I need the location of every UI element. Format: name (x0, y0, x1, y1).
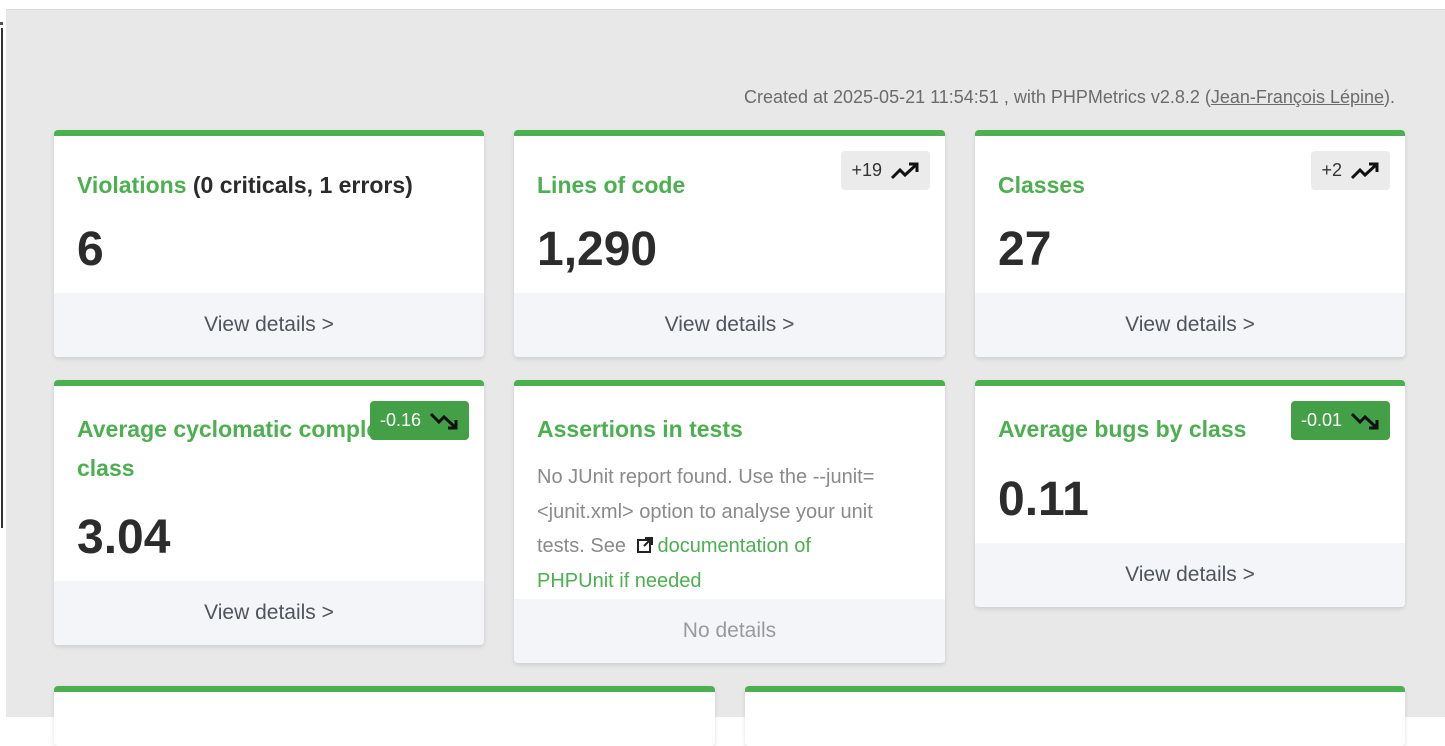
violations-title-text: Violations (77, 172, 187, 198)
loc-trend-badge: +19 (841, 151, 930, 190)
complexity-title-line1: Average cyclomatic comple (77, 416, 380, 442)
classes-view-details[interactable]: View details > (975, 293, 1405, 357)
loc-title: Lines of code (537, 172, 686, 198)
trending-down-icon (429, 412, 458, 429)
assertions-card: Assertions in tests No JUnit report foun… (514, 380, 945, 663)
left-border (0, 28, 3, 528)
loc-value: 1,290 (537, 223, 658, 276)
left-marker (0, 22, 3, 25)
violations-title: Violations (0 criticals, 1 errors) (77, 166, 413, 205)
bugs-trend-value: -0.01 (1300, 410, 1342, 430)
complexity-value: 3.04 (77, 511, 171, 564)
classes-card: Classes +2 27 View details > (975, 130, 1405, 357)
complexity-trend-badge: -0.16 (369, 401, 469, 440)
violations-value: 6 (77, 223, 104, 276)
classes-trend-badge: +2 (1311, 151, 1390, 190)
violations-view-details[interactable]: View details > (54, 293, 484, 357)
violations-card: Violations (0 criticals, 1 errors) 6 Vie… (54, 130, 484, 357)
loc-trend-value: +19 (851, 160, 882, 180)
assertions-desc-line3: tests. See (537, 535, 626, 557)
loc-view-details[interactable]: View details > (514, 293, 945, 357)
assertions-desc-line2: <junit.xml> option to analyse your unit (537, 500, 873, 523)
bugs-value: 0.11 (998, 473, 1089, 526)
created-info: Created at 2025-05-21 11:54:51 , with PH… (744, 87, 1395, 108)
bottom-left-card (54, 686, 715, 746)
bugs-card: Average bugs by class -0.01 0.11 View de… (975, 380, 1405, 607)
bugs-title: Average bugs by class (998, 416, 1247, 442)
violations-summary: (0 criticals, 1 errors) (186, 172, 413, 198)
complexity-trend-value: -0.16 (379, 410, 421, 430)
assertions-desc-line1: No JUnit report found. Use the --junit= (537, 466, 875, 488)
complexity-title: Average cyclomatic comple class (77, 410, 379, 488)
bugs-trend-badge: -0.01 (1290, 401, 1390, 440)
author-link[interactable]: Jean-François Lépine (1211, 87, 1384, 107)
trending-up-icon (1350, 162, 1379, 179)
classes-trend-value: +2 (1321, 160, 1342, 180)
complexity-card: Average cyclomatic comple class -0.16 3.… (54, 380, 484, 645)
external-link-icon (636, 537, 653, 553)
loc-card: Lines of code +19 1,290 View details > (514, 130, 945, 357)
assertions-no-details: No details (514, 599, 945, 663)
trending-down-icon (1350, 412, 1379, 429)
assertions-description: No JUnit report found. Use the --junit= … (537, 460, 915, 598)
created-prefix: Created at 2025-05-21 11:54:51 , with PH… (743, 87, 1211, 107)
assertions-title: Assertions in tests (537, 416, 743, 442)
classes-title: Classes (998, 172, 1085, 198)
phpunit-docs-link-line2[interactable]: PHPUnit if needed (537, 570, 702, 592)
classes-value: 27 (998, 223, 1052, 276)
complexity-title-line2: class (77, 455, 135, 481)
created-suffix: ). (1384, 87, 1395, 107)
bugs-view-details[interactable]: View details > (975, 543, 1405, 607)
phpunit-docs-link[interactable]: documentation of (658, 535, 811, 557)
trending-up-icon (890, 162, 919, 179)
complexity-view-details[interactable]: View details > (54, 581, 484, 645)
bottom-right-card (745, 686, 1405, 746)
